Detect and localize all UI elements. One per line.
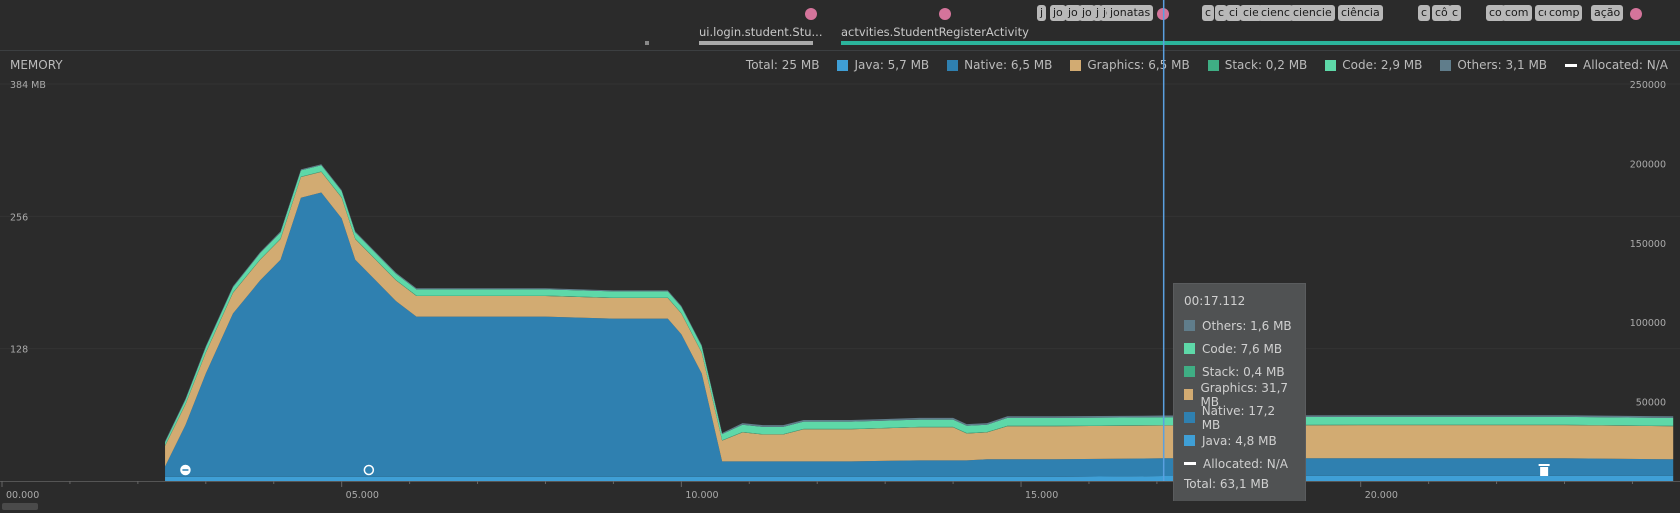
y-left-tick-label: 384 MB — [10, 80, 46, 91]
tooltip-swatch — [1184, 320, 1195, 331]
tooltip-row: Native: 17,2 MB — [1184, 403, 1295, 432]
tooltip-total: Total: 63,1 MB — [1184, 477, 1270, 491]
x-tick-label: 20.000 — [1365, 490, 1398, 501]
tooltip-row: Allocated: N/A — [1184, 452, 1295, 475]
tooltip-row-label: Code: 7,6 MB — [1202, 341, 1283, 356]
tooltip-swatch — [1184, 435, 1195, 446]
tooltip-row-label: Native: 17,2 MB — [1201, 403, 1276, 432]
tooltip-swatch — [1184, 366, 1195, 377]
tooltip-row-label: Others: 1,6 MB — [1202, 318, 1292, 333]
horizontal-scrollbar[interactable] — [0, 501, 1680, 513]
y-right-tick-label: 150000 — [1630, 239, 1666, 250]
memory-chart[interactable]: 384 MB 256 128 250000 200000 150000 100000 5000… — [0, 0, 1680, 501]
tooltip-row: Java: 4,8 MB — [1184, 429, 1295, 452]
y-right-tick-label: 50000 — [1636, 398, 1666, 409]
trash-icon[interactable] — [1538, 464, 1550, 476]
tooltip-row: Others: 1,6 MB — [1184, 314, 1295, 337]
x-tick-label: 15.000 — [1025, 490, 1058, 501]
tooltip-swatch — [1184, 412, 1195, 423]
scrollbar-thumb[interactable] — [2, 503, 38, 510]
x-tick-label: 05.000 — [346, 490, 379, 501]
memory-tooltip: 00:17.112 Others: 1,6 MB Code: 7,6 MB Stac… — [1173, 283, 1306, 505]
y-right-tick-label: 200000 — [1630, 159, 1666, 170]
tooltip-swatch — [1184, 343, 1195, 354]
y-right-tick-label: 100000 — [1630, 318, 1666, 329]
tooltip-dash-swatch — [1184, 462, 1196, 465]
y-left-tick-label: 256 — [10, 212, 28, 223]
tooltip-row-label: Java: 4,8 MB — [1202, 433, 1277, 448]
tooltip-time: 00:17.112 — [1184, 294, 1246, 308]
y-left-tick-label: 128 — [10, 345, 28, 356]
tooltip-row: Code: 7,6 MB — [1184, 337, 1295, 360]
y-right-tick-label: 250000 — [1630, 80, 1666, 91]
tooltip-swatch — [1184, 389, 1194, 400]
x-tick-label: 00.000 — [6, 490, 39, 501]
tooltip-row-label: Allocated: N/A — [1203, 456, 1288, 471]
x-tick-label: 10.000 — [685, 490, 718, 501]
tooltip-row-label: Stack: 0,4 MB — [1202, 364, 1285, 379]
